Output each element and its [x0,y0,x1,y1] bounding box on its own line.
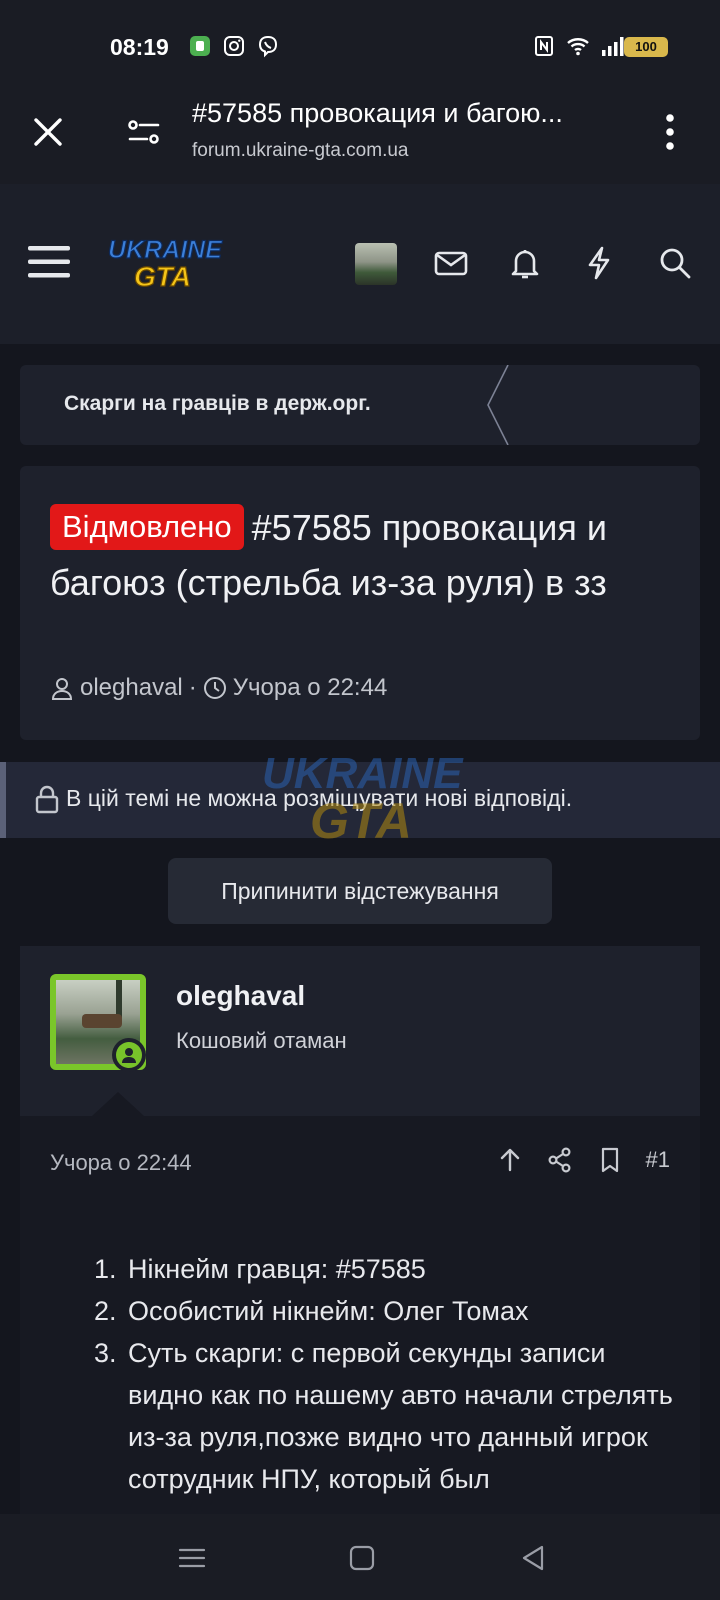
breadcrumb: Скарги на гравців в держ.орг. [20,365,700,445]
bookmark-icon[interactable] [596,1146,624,1174]
site-logo[interactable]: UKRAINE GTA [104,230,224,294]
battery-icon: 100 [624,37,668,57]
online-indicator [116,1042,142,1068]
notification-icons [188,34,280,58]
post-username[interactable]: oleghaval [176,980,305,1012]
thread-meta: oleghaval · Учора о 22:44 [50,674,387,702]
thread-title: Відмовлено #57585 провокация и багоюз (ст… [50,500,680,610]
mail-icon[interactable] [432,244,470,282]
bell-icon[interactable] [506,244,544,282]
lightning-icon[interactable] [580,244,618,282]
list-item: 3. Суть скарги: с первой секунды записи в… [94,1338,673,1494]
viber-icon [258,35,278,58]
lock-icon [35,785,59,814]
svg-text:GTA: GTA [134,261,191,292]
breadcrumb-separator-icon [487,365,509,445]
meta-separator: · [188,674,197,701]
user-icon [51,678,73,700]
list-item: 1. Нікнейм гравця: #57585 [94,1254,426,1284]
svg-text:UKRAINE: UKRAINE [262,749,464,798]
site-header: UKRAINE GTA [0,184,720,344]
thread-header: Відмовлено #57585 провокация и багоюз (ст… [20,466,700,740]
signal-icon [602,37,624,56]
user-online-icon [122,1048,136,1063]
post-number[interactable]: #1 [646,1147,670,1173]
breadcrumb-link[interactable]: Скарги на гравців в держ.орг. [64,392,371,416]
logo-watermark: UKRAINE GTA [262,749,464,849]
status-bar: 08:19 100 [0,0,720,92]
arrow-up-icon[interactable] [496,1146,524,1174]
site-settings-icon[interactable] [124,112,164,152]
list-item: 2. Особистий нікнейм: Олег Томах [94,1296,529,1326]
back-icon[interactable] [518,1542,550,1574]
page-title: #57585 провокация и багою... [192,98,563,128]
unwatch-button[interactable]: Припинити відстежування [168,858,552,924]
home-icon[interactable] [346,1542,378,1574]
nfc-icon [535,36,553,56]
system-navigation-bar [0,1514,720,1600]
svg-text:GTA: GTA [310,793,412,849]
clock-icon [203,677,226,699]
post-actions: #1 [496,1146,670,1174]
status-badge: Відмовлено [50,504,244,550]
search-icon[interactable] [656,244,694,282]
share-icon[interactable] [546,1146,574,1174]
browser-toolbar: #57585 провокация и багою... forum.ukrai… [0,92,720,184]
avatar-object [82,1014,122,1028]
app-icon [190,36,210,56]
status-time: 08:19 [110,34,169,60]
close-icon[interactable] [28,112,68,152]
instagram-icon [224,36,244,56]
page-url[interactable]: forum.ukraine-gta.com.ua [192,140,409,162]
svg-text:UKRAINE: UKRAINE [108,236,223,264]
post-list: 1. Нікнейм гравця: #57585 2. Особистий нік… [94,1248,688,1500]
post-date[interactable]: Учора о 22:44 [50,1150,192,1176]
message-pointer [92,1092,144,1116]
post-content: Учора о 22:44 #1 1. Нікнейм гравця: #5758… [20,1116,700,1516]
recent-apps-icon[interactable] [176,1542,208,1574]
post-user-role: Кошовий отаман [176,1028,347,1053]
post-user-block: oleghaval Кошовий отаман [20,946,700,1116]
thread-author[interactable]: oleghaval [80,674,183,702]
online-status [112,1038,146,1072]
menu-icon[interactable] [28,244,70,280]
user-avatar[interactable] [355,243,397,285]
thread-time[interactable]: Учора о 22:44 [233,674,388,702]
wifi-icon [567,38,589,56]
more-options-icon[interactable] [660,110,680,154]
